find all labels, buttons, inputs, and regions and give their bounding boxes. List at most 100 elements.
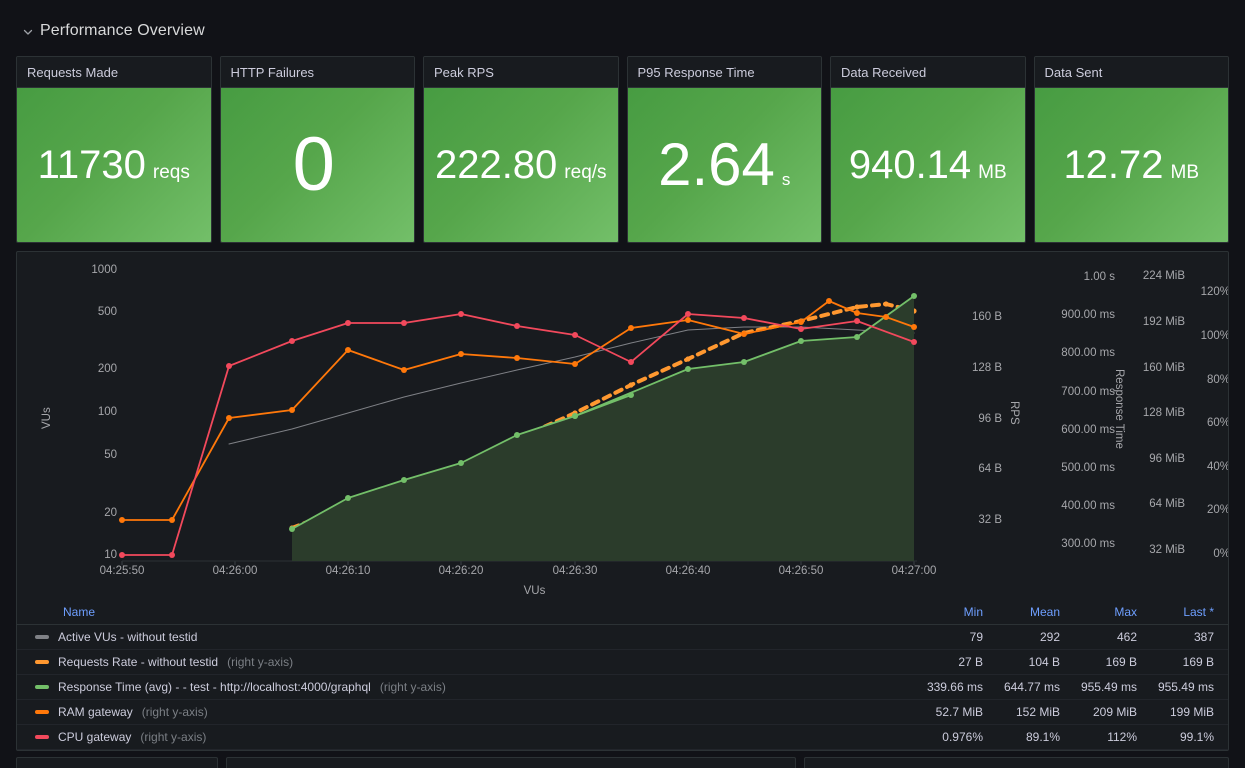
y-tick-right-1: 128 B [971, 362, 1002, 374]
y-tick-vus: 10 [104, 549, 117, 561]
x-tick-label: 04:25:50 [99, 565, 145, 577]
stat-panel-data-received[interactable]: Data Received 940.14 MB [830, 56, 1026, 243]
y-tick-right-4: 60% [1206, 417, 1229, 429]
series-data-point [345, 495, 351, 501]
stat-number: 11730 [37, 143, 146, 187]
stat-panel-requests-made[interactable]: Requests Made 11730 reqs [16, 56, 212, 243]
legend-col-last[interactable]: Last * [1137, 605, 1214, 619]
series-data-point [169, 517, 175, 523]
series-data-point [401, 320, 407, 326]
series-data-point [572, 413, 578, 419]
stat-unit: MB [978, 162, 1007, 183]
series-data-point [911, 339, 917, 345]
y-tick-right-4: 80% [1206, 374, 1229, 386]
series-data-point [741, 331, 747, 337]
series-data-point [345, 347, 351, 353]
legend-series-name[interactable]: CPU gateway (right y-axis) [35, 730, 906, 744]
stat-number: 940.14 [848, 143, 972, 187]
legend-value-max: 112% [1107, 730, 1137, 744]
y-tick-right-4: 20% [1206, 504, 1229, 516]
legend-series-name[interactable]: Requests Rate - without testid (right y-… [35, 655, 906, 669]
legend-row[interactable]: Active VUs - without testid 79 292 462 387 [17, 625, 1228, 650]
series-data-point [628, 382, 634, 388]
legend-col-mean[interactable]: Mean [983, 605, 1060, 619]
legend-value-mean: 104 B [1028, 655, 1060, 669]
stat-value-container: 940.14 MB [831, 88, 1025, 242]
series-data-point [685, 317, 691, 323]
y-tick-right-1: 32 B [978, 514, 1002, 526]
legend-series-name[interactable]: Active VUs - without testid [35, 630, 906, 644]
legend-col-min[interactable]: Min [906, 605, 983, 619]
y-tick-right-1: 96 B [978, 413, 1002, 425]
legend-row[interactable]: CPU gateway (right y-axis) 0.976% 89.1% 112… [17, 725, 1228, 750]
bottom-panel-2[interactable] [226, 757, 796, 768]
x-tick-label: 04:27:00 [891, 565, 937, 577]
legend-value-mean: 89.1% [1025, 730, 1060, 744]
legend-axis-note: (right y-axis) [141, 705, 208, 719]
series-data-point [685, 366, 691, 372]
legend-value-mean: 292 [1039, 630, 1060, 644]
row-header-performance-overview[interactable]: Performance Overview [22, 18, 205, 44]
stat-unit: s [781, 170, 791, 189]
stat-panel-peak-rps[interactable]: Peak RPS 222.80 req/s [423, 56, 619, 243]
legend-label: Active VUs - without testid [58, 630, 198, 644]
bottom-panel-1[interactable] [16, 757, 218, 768]
x-tick-label: 04:26:20 [438, 565, 484, 577]
series-data-point [289, 526, 295, 532]
legend-value-mean: 644.77 ms [1003, 680, 1060, 694]
stat-panel-data-sent[interactable]: Data Sent 12.72 MB [1033, 56, 1229, 243]
panel-title: P95 Response Time [627, 57, 821, 88]
legend-value-max: 955.49 ms [1080, 680, 1137, 694]
series-data-point [345, 320, 351, 326]
series-color-swatch[interactable] [35, 635, 49, 639]
chevron-down-icon[interactable] [22, 26, 34, 38]
series-data-point [685, 356, 691, 362]
legend-series-name[interactable]: RAM gateway (right y-axis) [35, 705, 906, 719]
legend-axis-note: (right y-axis) [140, 730, 207, 744]
legend-value-last: 199 MiB [1169, 705, 1214, 719]
y-tick-right-2: 400.00 ms [1061, 500, 1115, 512]
legend-col-max[interactable]: Max [1060, 605, 1137, 619]
series-data-point [514, 432, 520, 438]
legend-value-min: 0.976% [942, 730, 983, 744]
timeseries-panel[interactable]: 10 20 50 100 200 500 1000 32 B 64 B 96 B 128 B 160 … [16, 251, 1229, 751]
y-tick-right-2: 300.00 ms [1061, 538, 1115, 550]
series-data-point [458, 351, 464, 357]
y-tick-right-4: 120% [1200, 286, 1229, 298]
legend-row[interactable]: Requests Rate - without testid (right y-… [17, 650, 1228, 675]
y-tick-right-2: 1.00 s [1083, 271, 1115, 283]
legend-row[interactable]: Response Time (avg) - - test - http://lo… [17, 675, 1228, 700]
x-tick-label: 04:26:00 [212, 565, 258, 577]
stat-panel-row: Requests Made 11730 reqs HTTP Failures 0… [16, 56, 1229, 243]
panel-title: Requests Made [17, 57, 211, 88]
stat-panel-http-failures[interactable]: HTTP Failures 0 [219, 56, 415, 243]
series-data-point [798, 319, 804, 325]
legend-axis-note: (right y-axis) [379, 680, 446, 694]
series-data-point [798, 338, 804, 344]
series-data-point [119, 517, 125, 523]
series-color-swatch[interactable] [35, 710, 49, 714]
legend-value-min: 52.7 MiB [935, 705, 983, 719]
legend-series-name[interactable]: Response Time (avg) - - test - http://lo… [35, 680, 906, 694]
plot-area[interactable]: 10 20 50 100 200 500 1000 32 B 64 B 96 B 128 B 160 … [17, 252, 1228, 600]
y-tick-right-4: 40% [1206, 461, 1229, 473]
grafana-dashboard: Performance Overview Requests Made 11730… [0, 0, 1245, 768]
stat-value-container: 11730 reqs [17, 88, 211, 242]
series-data-point [854, 334, 860, 340]
series-data-point [741, 359, 747, 365]
series-data-point [826, 298, 832, 304]
legend-row[interactable]: RAM gateway (right y-axis) 52.7 MiB 152 Mi… [17, 700, 1228, 725]
panel-title: Data Received [831, 57, 1025, 88]
legend-label: Requests Rate - without testid [58, 655, 219, 669]
series-data-point [854, 304, 860, 310]
series-color-swatch[interactable] [35, 685, 49, 689]
series-color-swatch[interactable] [35, 735, 49, 739]
bottom-panel-3[interactable] [804, 757, 1229, 768]
stat-number: 0 [292, 122, 335, 207]
legend-col-name[interactable]: Name [35, 605, 95, 619]
series-color-swatch[interactable] [35, 660, 49, 664]
stat-panel-p95-response-time[interactable]: P95 Response Time 2.64 s [626, 56, 822, 243]
legend-value-min: 27 B [958, 655, 983, 669]
y-tick-right-2: 700.00 ms [1061, 386, 1115, 398]
legend-label: CPU gateway [58, 730, 132, 744]
